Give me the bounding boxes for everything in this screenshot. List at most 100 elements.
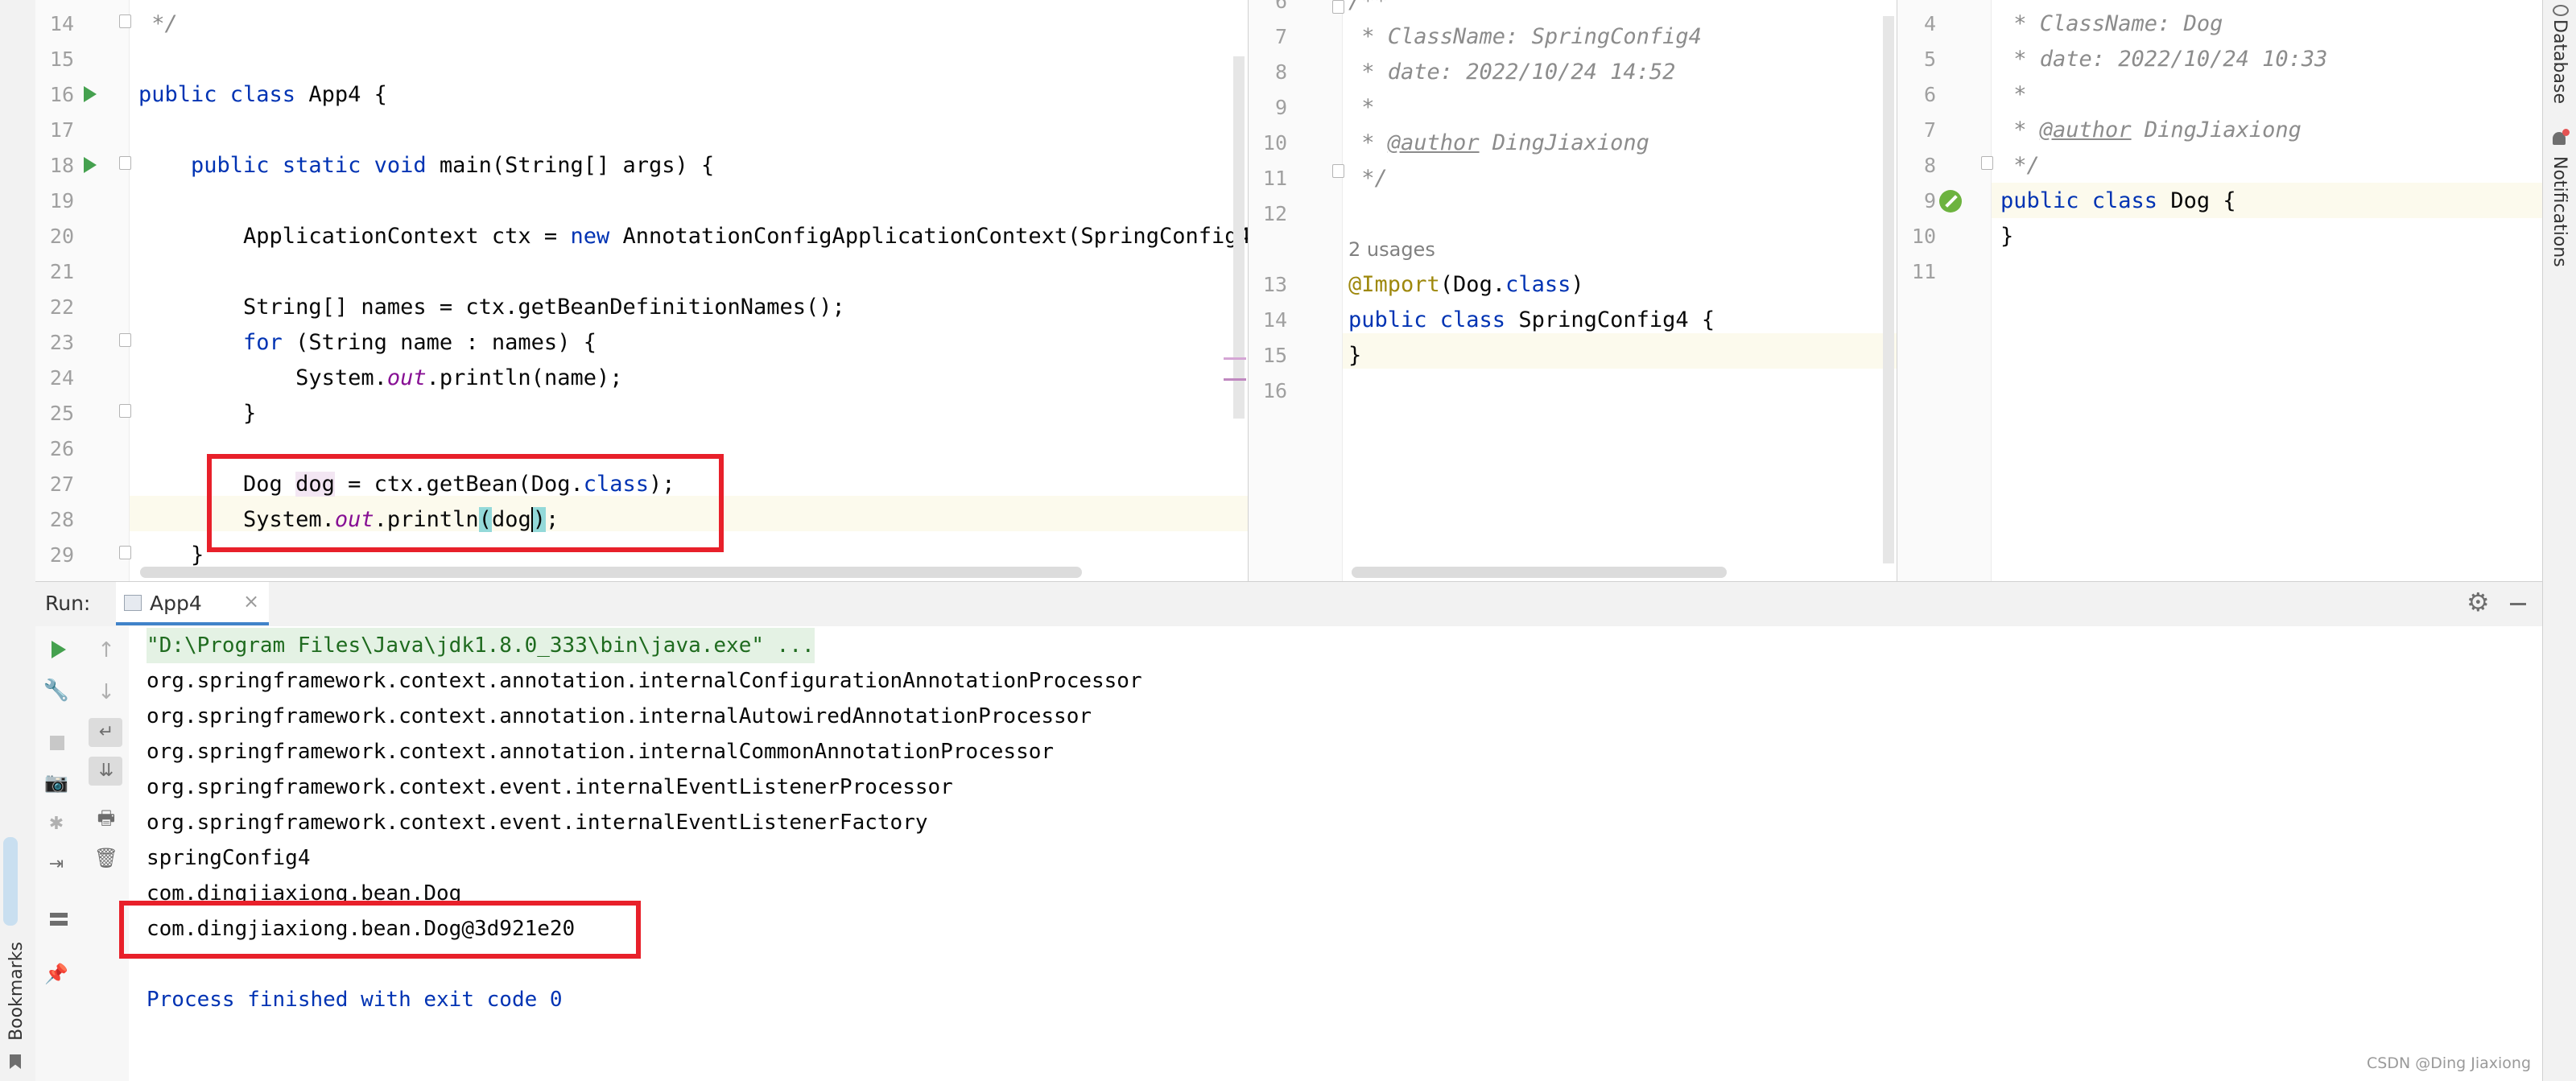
code-line[interactable]: * date: 2022/10/24 14:52 xyxy=(1348,55,1675,90)
code-line[interactable]: public class Dog { xyxy=(2000,184,2236,219)
bookmarks-tab[interactable]: Bookmarks xyxy=(6,942,27,1041)
diff-marker xyxy=(1224,357,1246,360)
code-line[interactable]: } xyxy=(138,396,256,431)
line-number: 22 xyxy=(49,295,74,319)
line-number: 15 xyxy=(49,47,74,71)
fold-marker[interactable] xyxy=(1332,164,1344,178)
database-icon xyxy=(2553,5,2569,16)
fold-marker[interactable] xyxy=(119,404,131,418)
console-line: org.springframework.context.annotation.i… xyxy=(147,740,1055,764)
line-number: 6 xyxy=(1923,83,1936,106)
scroll-up-icon[interactable]: ↑ xyxy=(90,634,122,666)
code-line[interactable]: */ xyxy=(2000,148,2040,184)
fold-marker[interactable] xyxy=(1332,0,1344,14)
line-number: 8 xyxy=(1923,154,1936,177)
run-class-icon[interactable] xyxy=(84,86,97,102)
pin-icon[interactable]: 📌 xyxy=(40,958,72,990)
code-line[interactable]: for (String name : names) { xyxy=(138,325,597,361)
debug-icon[interactable]: ✱ xyxy=(40,808,72,840)
rerun-icon[interactable] xyxy=(52,641,66,658)
line-number: 27 xyxy=(49,472,74,496)
code-line[interactable]: 2 usages xyxy=(1348,232,1435,267)
code-line[interactable]: * ClassName: SpringConfig4 xyxy=(1348,19,1702,55)
notifications-tab[interactable]: Notifications xyxy=(2549,156,2570,267)
line-number: 17 xyxy=(49,118,74,142)
console-line: org.springframework.context.annotation.i… xyxy=(147,704,1092,728)
fold-marker[interactable] xyxy=(119,546,131,559)
line-number: 11 xyxy=(1911,260,1936,283)
line-number: 25 xyxy=(49,402,74,425)
wrench-icon[interactable]: 🔧 xyxy=(40,675,72,707)
console-line: springConfig4 xyxy=(147,846,311,870)
code-line[interactable]: public static void main(String[] args) { xyxy=(138,148,714,184)
fold-marker[interactable] xyxy=(119,333,131,347)
line-number: 15 xyxy=(1262,344,1287,367)
console-line: org.springframework.context.event.intern… xyxy=(147,775,953,799)
line-number: 21 xyxy=(49,260,74,283)
code-line[interactable]: * @author DingJiaxiong xyxy=(1348,126,1649,161)
code-line[interactable]: String[] names = ctx.getBeanDefinitionNa… xyxy=(138,290,845,325)
scroll-end-glyph: ⇊ xyxy=(98,761,114,781)
settings-gear-icon[interactable]: ⚙ xyxy=(2467,587,2490,617)
run-main-icon[interactable] xyxy=(84,157,97,173)
structure-toggle[interactable] xyxy=(3,837,18,926)
horizontal-scrollbar[interactable] xyxy=(140,567,1082,578)
line-number: 26 xyxy=(49,437,74,460)
trash-icon[interactable]: 🗑 xyxy=(90,842,122,874)
editor-dog[interactable]: 4 * ClassName: Dog 5 * date: 2022/10/24 1… xyxy=(1897,0,2543,581)
code-line[interactable]: * xyxy=(1348,90,1374,126)
line-number: 11 xyxy=(1262,167,1287,190)
fold-marker[interactable] xyxy=(119,156,131,170)
line-number: 16 xyxy=(1262,379,1287,402)
editor-springconfig4[interactable]: 6 /** 7 * ClassName: SpringConfig4 8 * date… xyxy=(1248,0,1897,581)
code-line[interactable]: } xyxy=(2000,219,2013,254)
console-line: Process finished with exit code 0 xyxy=(147,988,563,1012)
line-number: 8 xyxy=(1274,60,1287,84)
line-number: 23 xyxy=(49,331,74,354)
scroll-down-icon[interactable]: ↓ xyxy=(90,676,122,708)
code-line[interactable]: } xyxy=(1348,338,1361,373)
left-tool-strip: Bookmarks xyxy=(0,0,36,1081)
vertical-scrollbar[interactable] xyxy=(1883,16,1894,563)
horizontal-scrollbar[interactable] xyxy=(1352,567,1727,578)
run-toolwindow-header: Run: App4 × ⚙ xyxy=(35,581,2542,628)
line-number: 13 xyxy=(1262,273,1287,296)
code-line[interactable]: public class App4 { xyxy=(138,77,387,113)
code-line[interactable]: * date: 2022/10/24 10:33 xyxy=(2000,42,2327,77)
code-line[interactable]: * xyxy=(2000,77,2026,113)
minimize-icon[interactable] xyxy=(2510,603,2526,605)
highlight-box-output xyxy=(119,901,641,959)
notification-badge xyxy=(2562,129,2570,136)
close-tab-icon[interactable]: × xyxy=(243,590,259,613)
code-line[interactable]: /** xyxy=(1348,0,1388,19)
run-label: Run: xyxy=(45,592,91,615)
print-icon[interactable]: 🖶 xyxy=(90,802,122,834)
line-number: 4 xyxy=(1923,12,1936,35)
bookmark-icon xyxy=(10,1054,21,1069)
code-line[interactable]: * @author DingJiaxiong xyxy=(2000,113,2301,148)
code-line[interactable]: public class SpringConfig4 { xyxy=(1348,303,1715,338)
watermark: CSDN @Ding Jiaxiong xyxy=(2367,1054,2532,1072)
database-tab[interactable]: Database xyxy=(2549,19,2570,104)
line-number: 16 xyxy=(49,83,74,106)
fold-marker[interactable] xyxy=(1981,156,1993,170)
code-line[interactable]: ApplicationContext ctx = new AnnotationC… xyxy=(138,219,1248,254)
code-line[interactable]: */ xyxy=(138,6,178,42)
camera-icon[interactable]: 📷 xyxy=(40,766,72,798)
vertical-scrollbar[interactable] xyxy=(1233,56,1245,419)
run-tab-app4[interactable]: App4 × xyxy=(116,582,269,625)
code-line[interactable]: */ xyxy=(1348,161,1388,196)
stop-icon[interactable] xyxy=(50,736,64,750)
layout-icon[interactable] xyxy=(50,913,68,926)
line-number: 14 xyxy=(1262,308,1287,332)
run-tab-label: App4 xyxy=(150,592,202,615)
fold-marker[interactable] xyxy=(119,14,131,28)
console-output[interactable]: "D:\Program Files\Java\jdk1.8.0_333\bin\… xyxy=(129,626,2542,1081)
line-number: 20 xyxy=(49,225,74,248)
line-number: 19 xyxy=(49,189,74,212)
code-line[interactable]: * ClassName: Dog xyxy=(2000,6,2223,42)
exit-icon[interactable]: ⇥ xyxy=(40,848,72,881)
code-line[interactable]: @Import(Dog.class) xyxy=(1348,267,1584,303)
line-number: 18 xyxy=(49,154,74,177)
code-line[interactable]: System.out.println(name); xyxy=(138,361,622,396)
